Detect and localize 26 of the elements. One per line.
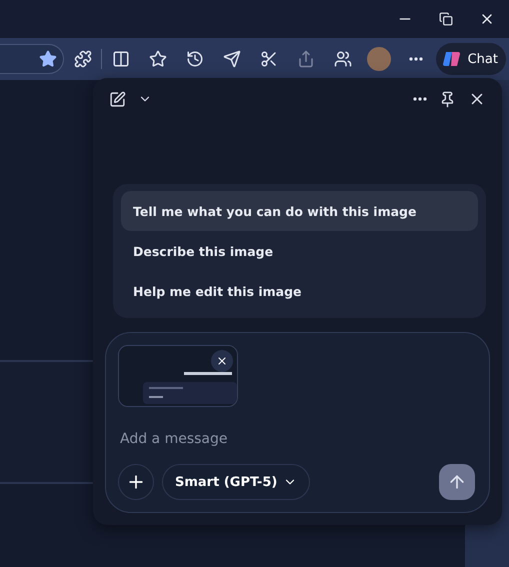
share-icon xyxy=(296,50,314,68)
people-icon xyxy=(334,50,352,68)
send-message-button[interactable] xyxy=(439,464,475,500)
close-icon xyxy=(216,355,228,367)
suggestion-item[interactable]: Tell me what you can do with this image xyxy=(121,191,478,231)
model-selector[interactable]: Smart (GPT-5) xyxy=(162,464,310,500)
suggestion-item[interactable]: Help me edit this image xyxy=(121,271,478,311)
paper-plane-icon xyxy=(222,50,240,68)
suggestion-item[interactable]: Describe this image xyxy=(121,231,478,271)
split-screen-icon xyxy=(112,50,130,68)
more-icon xyxy=(408,57,422,61)
pin-icon xyxy=(439,90,456,108)
more-icon xyxy=(413,97,427,101)
compose-icon xyxy=(109,90,126,108)
scissors-icon xyxy=(260,50,278,68)
message-input[interactable]: Add a message xyxy=(118,427,475,451)
add-button[interactable] xyxy=(118,464,154,500)
history-icon xyxy=(186,50,204,68)
copilot-logo-icon xyxy=(442,49,462,69)
puzzle-icon xyxy=(74,50,92,68)
address-bar[interactable] xyxy=(0,44,64,74)
favorite-star-icon[interactable] xyxy=(39,50,57,68)
chat-button[interactable]: Chat xyxy=(436,43,506,75)
profile-avatar[interactable] xyxy=(367,47,391,71)
restore-icon[interactable] xyxy=(439,12,453,26)
star-icon xyxy=(148,50,166,68)
